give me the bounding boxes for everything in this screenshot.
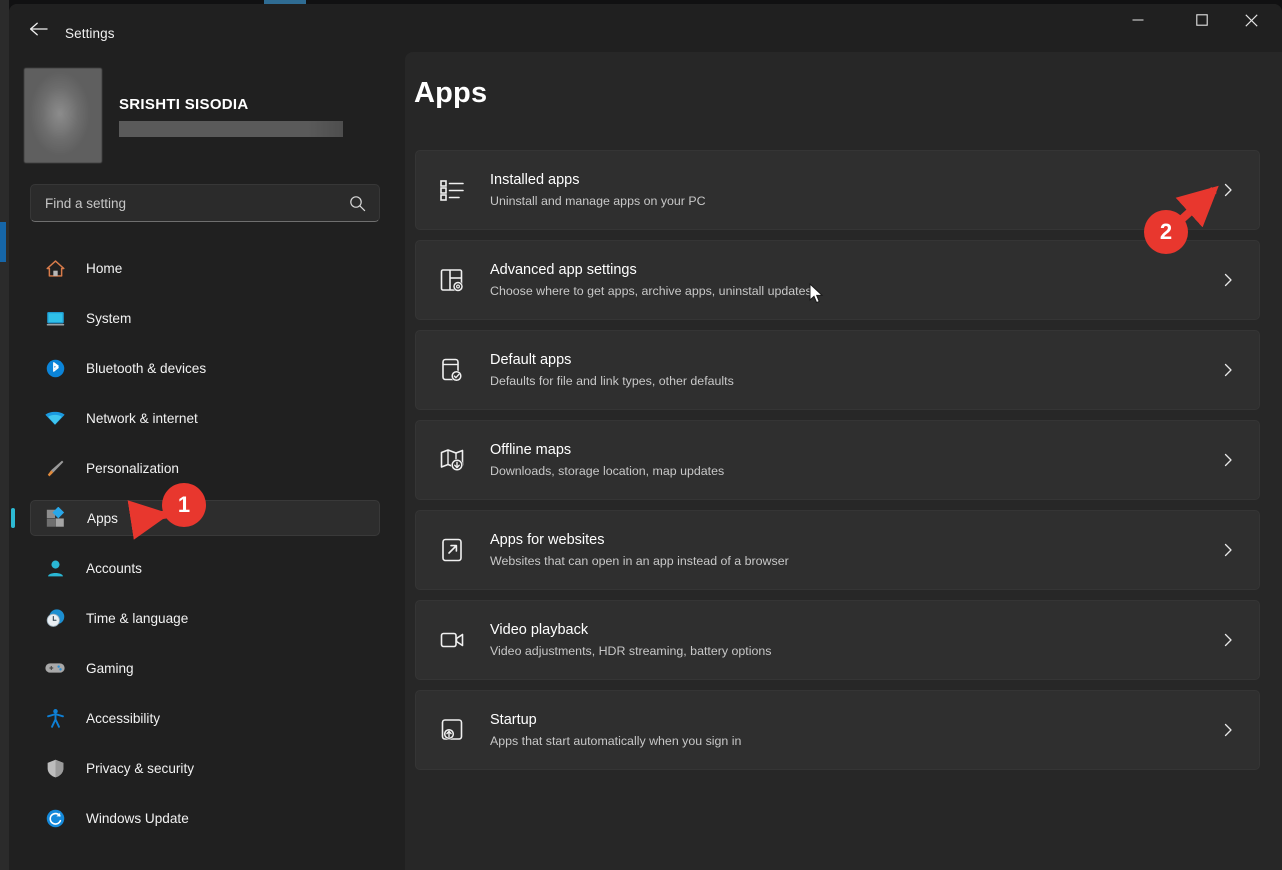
chevron-right-icon[interactable] [1221, 633, 1235, 647]
card-text: Startup Apps that start automatically wh… [490, 711, 741, 750]
account-name: SRISHTI SISODIA [119, 96, 249, 113]
settings-card-list: Installed apps Uninstall and manage apps… [415, 150, 1260, 780]
card-text: Offline maps Downloads, storage location… [490, 441, 724, 480]
sidebar-item-label: Privacy & security [86, 760, 195, 776]
video-playback-icon [437, 625, 467, 655]
chevron-right-icon[interactable] [1221, 273, 1235, 287]
page-title: Apps [414, 77, 488, 109]
chevron-right-icon[interactable] [1221, 723, 1235, 737]
card-subtitle: Downloads, storage location, map updates [490, 463, 725, 478]
card-title: Default apps [490, 351, 572, 368]
account-block[interactable]: SRISHTI SISODIA [24, 68, 364, 168]
card-title: Startup [490, 711, 537, 728]
card-subtitle: Uninstall and manage apps on your PC [490, 193, 706, 208]
card-title: Offline maps [490, 441, 572, 458]
title-bar: Settings [9, 4, 1282, 52]
search-icon[interactable] [349, 195, 366, 212]
card-default-apps[interactable]: Default apps Defaults for file and link … [415, 330, 1260, 410]
chevron-right-icon[interactable] [1221, 363, 1235, 377]
sidebar-item-label: Bluetooth & devices [86, 360, 207, 376]
sidebar-item-label: Gaming [86, 660, 134, 676]
card-text: Apps for websites Websites that can open… [490, 531, 789, 570]
offline-maps-icon [437, 445, 467, 475]
card-subtitle: Apps that start automatically when you s… [490, 733, 742, 748]
card-text: Advanced app settings Choose where to ge… [490, 261, 812, 300]
time-language-icon [44, 607, 66, 629]
navigation-pane: SRISHTI SISODIA Home [9, 52, 405, 870]
windows-update-icon [44, 807, 66, 829]
sidebar-item-time-language[interactable]: Time & language [30, 600, 380, 636]
card-subtitle: Websites that can open in an app instead… [490, 553, 789, 568]
privacy-security-icon [44, 757, 66, 779]
sidebar-item-windows-update[interactable]: Windows Update [30, 800, 380, 836]
accounts-icon [44, 557, 66, 579]
search-box[interactable] [30, 184, 380, 222]
sidebar-item-label: System [86, 310, 132, 326]
close-icon[interactable] [1228, 4, 1274, 36]
card-text: Default apps Defaults for file and link … [490, 351, 734, 390]
sidebar-item-network-internet[interactable]: Network & internet [30, 400, 380, 436]
advanced-app-settings-icon [437, 265, 467, 295]
sidebar-item-label: Network & internet [86, 410, 198, 426]
installed-apps-icon [437, 175, 467, 205]
chevron-right-icon[interactable] [1221, 453, 1235, 467]
card-title: Video playback [490, 621, 589, 638]
account-email-redacted [119, 121, 343, 137]
sidebar-item-system[interactable]: System [30, 300, 380, 336]
settings-window: Settings SRISHTI SISODIA Find a setting … [9, 4, 1282, 870]
sidebar-item-apps[interactable]: Apps [11, 500, 380, 536]
window-title: Settings [65, 26, 115, 41]
accessibility-icon [44, 707, 66, 729]
card-text: Installed apps Uninstall and manage apps… [490, 171, 706, 210]
card-startup[interactable]: Startup Apps that start automatically wh… [415, 690, 1260, 770]
network-icon [44, 407, 66, 429]
card-title: Installed apps [490, 171, 580, 188]
nav-list: Home System Bluetooth & devices Network … [11, 250, 380, 850]
sidebar-item-label: Home [86, 260, 123, 276]
background-window-accent [0, 222, 6, 262]
card-apps-for-websites[interactable]: Apps for websites Websites that can open… [415, 510, 1260, 590]
sidebar-item-label: Time & language [86, 610, 189, 626]
sidebar-item-bluetooth-devices[interactable]: Bluetooth & devices [30, 350, 380, 386]
card-installed-apps[interactable]: Installed apps Uninstall and manage apps… [415, 150, 1260, 230]
sidebar-item-label: Personalization [86, 460, 179, 476]
back-arrow-icon[interactable] [18, 14, 60, 44]
sidebar-item-label: Accounts [86, 560, 142, 576]
card-title: Advanced app settings [490, 261, 637, 278]
card-subtitle: Choose where to get apps, archive apps, … [490, 283, 812, 298]
maximize-icon[interactable] [1179, 4, 1225, 36]
default-apps-icon [437, 355, 467, 385]
card-subtitle: Video adjustments, HDR streaming, batter… [490, 643, 772, 658]
sidebar-item-label: Windows Update [86, 810, 189, 826]
home-icon [44, 257, 66, 279]
chevron-right-icon[interactable] [1221, 543, 1235, 557]
card-video-playback[interactable]: Video playback Video adjustments, HDR st… [415, 600, 1260, 680]
sidebar-item-label: Apps [87, 510, 118, 526]
apps-for-websites-icon [437, 535, 467, 565]
sidebar-item-home[interactable]: Home [30, 250, 380, 286]
bluetooth-icon [44, 357, 66, 379]
minimize-icon[interactable] [1115, 4, 1161, 36]
personalization-icon [44, 457, 66, 479]
sidebar-item-label: Accessibility [86, 710, 161, 726]
sidebar-item-accounts[interactable]: Accounts [30, 550, 380, 586]
card-title: Apps for websites [490, 531, 605, 548]
sidebar-item-accessibility[interactable]: Accessibility [30, 700, 380, 736]
card-offline-maps[interactable]: Offline maps Downloads, storage location… [415, 420, 1260, 500]
gaming-icon [44, 657, 66, 679]
chevron-right-icon[interactable] [1221, 183, 1235, 197]
avatar [24, 68, 102, 163]
card-text: Video playback Video adjustments, HDR st… [490, 621, 771, 660]
search-input[interactable] [45, 185, 335, 221]
card-advanced-app-settings[interactable]: Advanced app settings Choose where to ge… [415, 240, 1260, 320]
apps-icon [45, 507, 67, 529]
background-window-strip [0, 0, 9, 870]
content-pane: Apps Installed apps Uninstall and manage… [405, 52, 1282, 870]
sidebar-item-gaming[interactable]: Gaming [30, 650, 380, 686]
startup-icon [437, 715, 467, 745]
sidebar-item-personalization[interactable]: Personalization [30, 450, 380, 486]
card-subtitle: Defaults for file and link types, other … [490, 373, 734, 388]
system-icon [44, 307, 66, 329]
sidebar-item-privacy-security[interactable]: Privacy & security [30, 750, 380, 786]
